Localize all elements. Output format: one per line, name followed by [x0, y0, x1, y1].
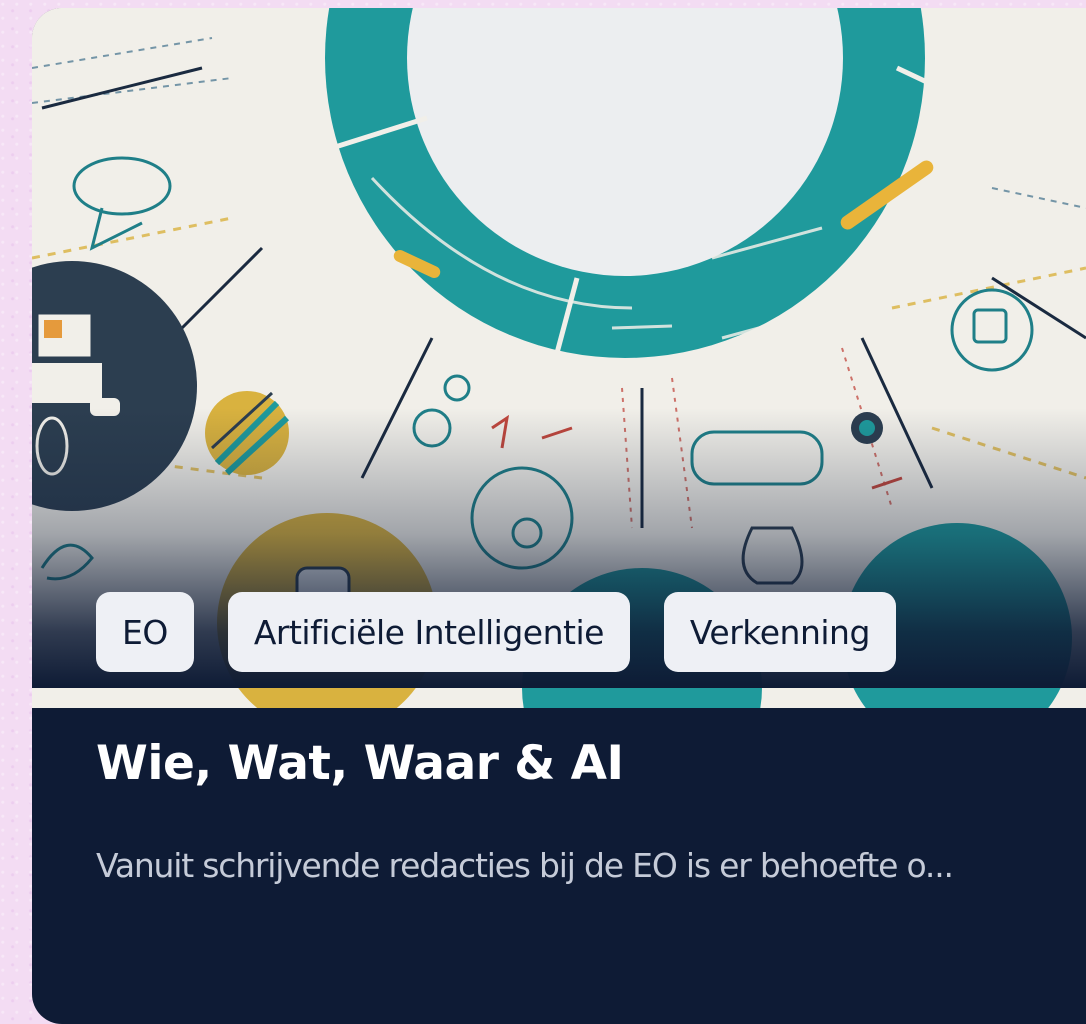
tag-list: EO Artificiële Intelligentie Verkenning	[96, 592, 896, 672]
tag-artificiele-intelligentie[interactable]: Artificiële Intelligentie	[227, 592, 630, 672]
card-title[interactable]: Wie, Wat, Waar & AI	[96, 736, 624, 791]
card-description: Vanuit schrijvende redacties bij de EO i…	[96, 846, 954, 885]
tag-eo[interactable]: EO	[96, 592, 194, 672]
article-card[interactable]: EO Artificiële Intelligentie Verkenning …	[32, 8, 1086, 1024]
tag-verkenning[interactable]: Verkenning	[663, 592, 896, 672]
